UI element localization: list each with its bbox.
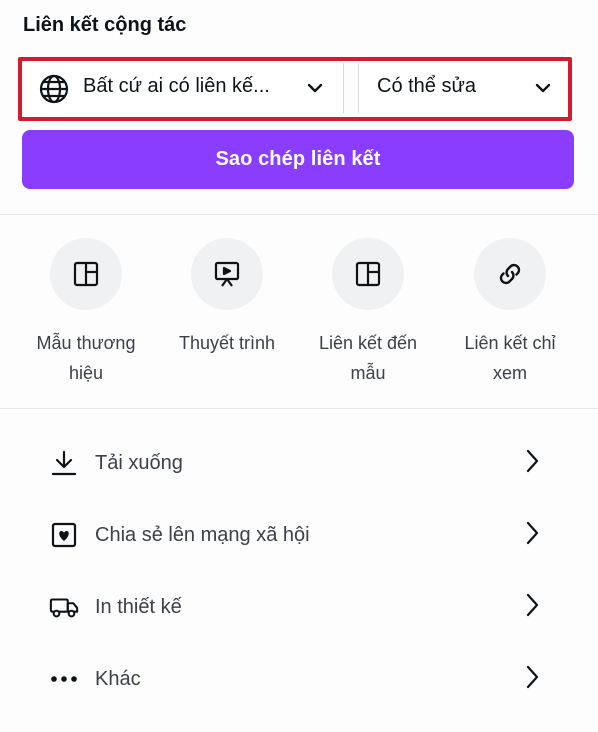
highlight-frame (18, 57, 572, 121)
chevron-right-icon (522, 592, 542, 623)
action-more[interactable]: Khác (0, 649, 598, 709)
divider (0, 408, 598, 409)
action-label: Chia sẻ lên mạng xã hội (95, 523, 310, 546)
action-label: Khác (95, 667, 141, 690)
share-option-label: Liên kết chỉ xem (464, 333, 556, 383)
share-option-view-only-link[interactable]: Liên kết chỉ xem (440, 238, 580, 388)
share-option-presentation[interactable]: Thuyết trình (157, 238, 297, 358)
chevron-right-icon (522, 520, 542, 551)
chevron-right-icon (522, 448, 542, 479)
share-option-brand-template[interactable]: Mẫu thương hiệu (16, 238, 156, 388)
action-label: In thiết kế (95, 595, 182, 618)
share-option-label: Liên kết đến mẫu (318, 333, 418, 383)
link-icon (474, 238, 546, 310)
section-title: Liên kết cộng tác (23, 14, 187, 36)
action-label: Tải xuống (95, 451, 183, 474)
action-print-design[interactable]: In thiết kế (0, 577, 598, 637)
truck-icon (49, 592, 79, 622)
layout-template-icon (332, 238, 404, 310)
divider (0, 214, 598, 215)
presentation-icon (191, 238, 263, 310)
share-option-label: Thuyết trình (178, 333, 276, 353)
action-share-social[interactable]: Chia sẻ lên mạng xã hội (0, 505, 598, 565)
chevron-right-icon (522, 664, 542, 695)
copy-link-button[interactable]: Sao chép liên kết (22, 130, 574, 189)
share-option-template-link[interactable]: Liên kết đến mẫu (298, 238, 438, 388)
layout-template-icon (50, 238, 122, 310)
more-dots-icon (49, 664, 79, 694)
share-option-label: Mẫu thương hiệu (36, 333, 136, 383)
heart-frame-icon (49, 520, 79, 550)
action-download[interactable]: Tải xuống (0, 433, 598, 493)
download-icon (49, 448, 79, 478)
